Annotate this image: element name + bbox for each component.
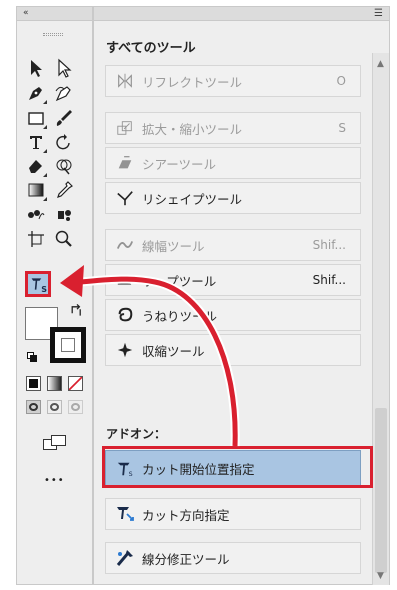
scroll-down-icon[interactable]: ▼ xyxy=(377,571,384,581)
shear-icon xyxy=(114,152,136,174)
tool-item-label: リフレクトツール xyxy=(142,74,243,90)
curvature-tool-icon[interactable] xyxy=(53,82,75,104)
width-icon xyxy=(114,234,136,256)
tool-item-cut-direction[interactable]: カット方向指定 xyxy=(105,498,361,530)
reshape-icon xyxy=(114,187,136,209)
warp-icon xyxy=(114,269,136,291)
rectangle-tool-icon[interactable] xyxy=(25,107,47,129)
blend-tool-icon[interactable] xyxy=(25,204,47,226)
gradient-mode-button[interactable] xyxy=(47,376,62,391)
tool-badge-label: S xyxy=(41,285,47,294)
shape-builder-tool-icon[interactable] xyxy=(53,155,75,177)
addon-section-label: アドオン： xyxy=(106,427,167,441)
panel-title: すべてのツール xyxy=(106,41,196,56)
tool-item-pucker[interactable]: 収縮ツール xyxy=(105,334,361,366)
tool-item-label: うねりツール xyxy=(142,308,218,324)
tool-item-label: リシェイプツール xyxy=(142,191,243,207)
scrollbar-thumb[interactable] xyxy=(375,408,387,573)
tool-item-label: 拡大・縮小ツール xyxy=(142,121,243,137)
tool-item-label: ワープツール xyxy=(142,273,217,289)
twirl-icon xyxy=(114,304,136,326)
scroll-up-icon[interactable]: ▲ xyxy=(377,59,384,69)
stroke-color-swatch[interactable] xyxy=(50,327,86,363)
default-colors-icon[interactable] xyxy=(27,352,37,362)
tool-item-shortcut: S xyxy=(338,121,346,135)
zoom-tool-icon[interactable] xyxy=(53,228,75,250)
tool-item-width[interactable]: 線幅ツール Shif... xyxy=(105,229,361,261)
tool-item-reshape[interactable]: リシェイプツール xyxy=(105,182,361,214)
tools-toolbar: « S ••• xyxy=(16,6,93,585)
gradient-tool-icon[interactable] xyxy=(25,179,47,201)
draw-inside-icon[interactable] xyxy=(68,400,83,414)
tool-item-warp[interactable]: ワープツール Shif... xyxy=(105,264,361,296)
paintbrush-tool-icon[interactable] xyxy=(53,107,75,129)
artboard-tool-icon[interactable] xyxy=(25,228,47,250)
cut-start-position-tool-icon[interactable]: S xyxy=(25,271,51,297)
panel-header: ☰ xyxy=(94,7,389,21)
draw-normal-icon[interactable] xyxy=(26,400,41,414)
none-mode-button[interactable] xyxy=(68,376,83,391)
tool-item-label: シアーツール xyxy=(142,156,217,172)
collapse-icon[interactable]: « xyxy=(23,7,29,19)
symbol-sprayer-tool-icon[interactable] xyxy=(53,204,75,226)
tool-item-reflect[interactable]: リフレクトツール O xyxy=(105,65,361,97)
tool-item-segment-correction[interactable]: 線分修正ツール xyxy=(105,542,361,574)
tool-item-label: 線幅ツール xyxy=(142,238,205,254)
segment-correction-icon xyxy=(114,547,136,569)
tool-item-label: 収縮ツール xyxy=(142,343,205,359)
screen-mode-icon[interactable] xyxy=(43,435,67,451)
tool-item-shortcut: O xyxy=(336,74,346,88)
pen-tool-icon[interactable] xyxy=(25,82,47,104)
tool-item-shortcut: Shif... xyxy=(312,238,346,252)
edit-toolbar-button[interactable]: ••• xyxy=(44,475,65,486)
tool-item-label: カット方向指定 xyxy=(142,507,230,523)
rotate-tool-icon[interactable] xyxy=(53,131,75,153)
eraser-tool-icon[interactable] xyxy=(25,155,47,177)
color-mode-button[interactable] xyxy=(26,376,41,391)
type-tool-icon[interactable] xyxy=(25,131,47,153)
panel-menu-icon[interactable]: ☰ xyxy=(374,7,383,20)
panel-scrollbar[interactable]: ▲ ▼ xyxy=(372,53,389,585)
scale-icon xyxy=(114,117,136,139)
eyedropper-tool-icon[interactable] xyxy=(53,179,75,201)
all-tools-panel: ☰ すべてのツール リフレクトツール O 拡大・縮小ツール S シアーツール リ… xyxy=(93,6,390,585)
swap-colors-icon[interactable] xyxy=(69,302,85,318)
toolbar-grip[interactable] xyxy=(43,33,63,36)
direct-selection-tool-icon[interactable] xyxy=(53,57,75,79)
callout-highlight-box xyxy=(102,446,373,488)
draw-behind-icon[interactable] xyxy=(47,400,62,414)
selection-tool-icon[interactable] xyxy=(25,57,47,79)
reflect-icon xyxy=(114,70,136,92)
tool-item-label: 線分修正ツール xyxy=(142,551,230,567)
tool-item-shear[interactable]: シアーツール xyxy=(105,147,361,179)
toolbar-header: « xyxy=(17,7,92,21)
tool-item-scale[interactable]: 拡大・縮小ツール S xyxy=(105,112,361,144)
tool-item-shortcut: Shif... xyxy=(312,273,346,287)
cut-direction-icon xyxy=(114,503,136,525)
pucker-icon xyxy=(114,339,136,361)
tool-item-twirl[interactable]: うねりツール xyxy=(105,299,361,331)
